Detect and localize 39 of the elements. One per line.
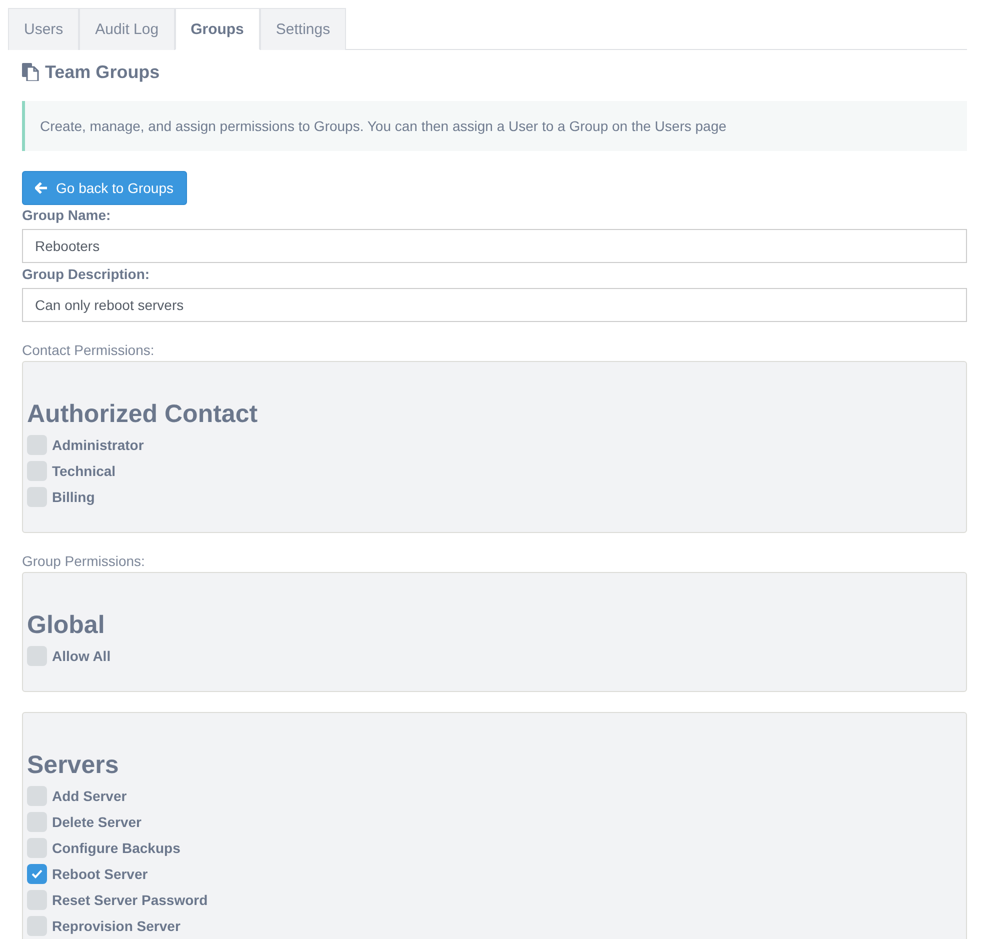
section-label: Group Permissions: — [22, 553, 146, 569]
tab[interactable]: Groups — [174, 8, 260, 50]
documents-icon — [22, 63, 40, 81]
field-label: Group Description: — [22, 266, 151, 282]
tab[interactable]: Settings — [260, 8, 346, 50]
checkbox[interactable] — [27, 838, 47, 858]
checkbox-label: Billing — [52, 489, 95, 505]
checkbox-label: Reboot Server — [52, 866, 148, 882]
panel-title: Servers — [27, 750, 120, 781]
checkbox-label: Administrator — [52, 437, 144, 453]
checkbox-label: Allow All — [52, 648, 111, 664]
checkmark-icon — [31, 869, 43, 879]
checkbox-label: Delete Server — [52, 814, 142, 830]
checkbox[interactable] — [27, 890, 47, 910]
text-field[interactable]: Can only reboot servers — [22, 288, 967, 322]
checkbox[interactable] — [27, 487, 47, 507]
checkbox[interactable] — [27, 461, 47, 481]
arrow-left-icon — [35, 182, 48, 194]
checkbox-label: Technical — [52, 463, 116, 479]
section-label: Contact Permissions: — [22, 342, 156, 358]
checkbox-label: Add Server — [52, 788, 127, 804]
back-button[interactable]: Go back to Groups — [22, 171, 187, 205]
checkbox[interactable] — [27, 646, 47, 666]
panel-title: Authorized Contact — [27, 399, 259, 430]
checkbox-label: Reset Server Password — [52, 892, 208, 908]
checkbox-label: Reprovision Server — [52, 918, 180, 934]
checkbox-label: Configure Backups — [52, 840, 180, 856]
page-title: Team Groups — [45, 62, 160, 82]
checkbox[interactable] — [27, 786, 47, 806]
info-message: Create, manage, and assign permissions to Groups. You can then assign a User to a Group on the Users page — [22, 101, 967, 151]
tab[interactable]: Users — [8, 8, 80, 50]
checkbox[interactable] — [27, 916, 47, 936]
checkbox[interactable] — [27, 812, 47, 832]
tab[interactable]: Audit Log — [79, 8, 175, 50]
text-field[interactable]: Rebooters — [22, 229, 967, 263]
checkbox[interactable] — [27, 864, 47, 884]
panel-title: Global — [27, 610, 106, 641]
checkbox[interactable] — [27, 435, 47, 455]
field-label: Group Name: — [22, 207, 112, 223]
